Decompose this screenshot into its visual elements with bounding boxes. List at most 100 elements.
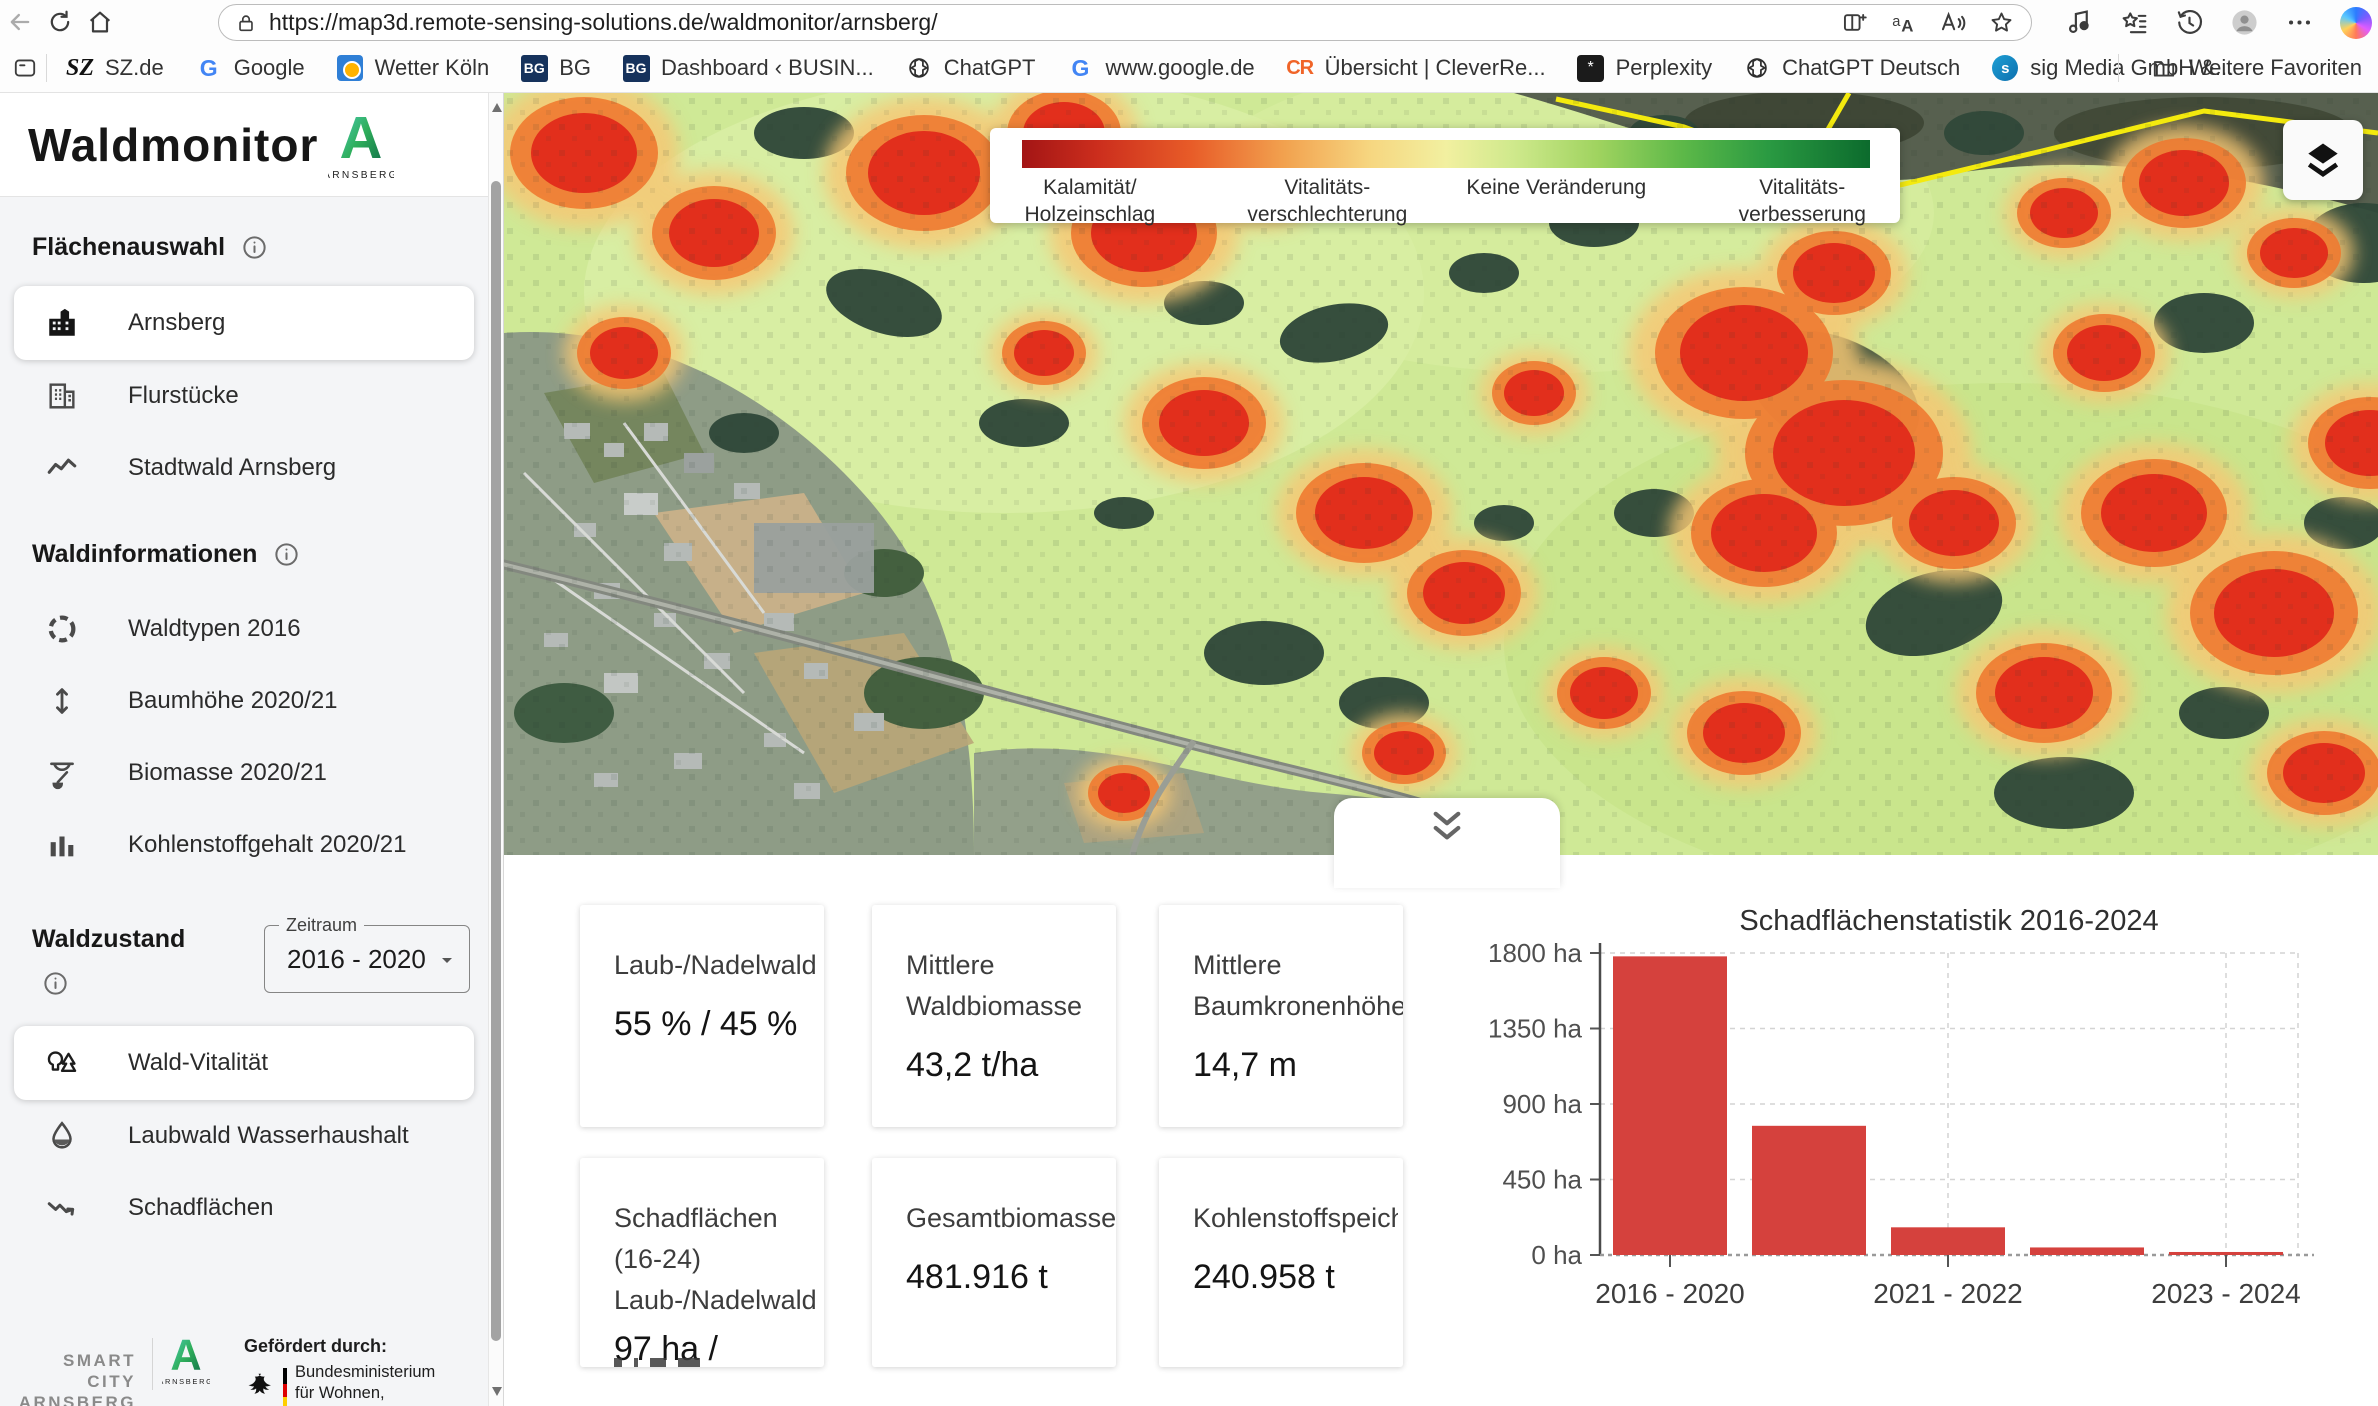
bookmark-label: Perplexity — [1616, 55, 1713, 81]
back-button[interactable] — [0, 4, 40, 40]
translate-icon[interactable]: aA — [1890, 9, 1917, 36]
bg-favicon: BG — [621, 53, 651, 83]
y-tick-label: 0 ha — [1531, 1240, 1582, 1270]
chevron-double-down-icon — [1424, 810, 1470, 844]
section-title-waldinformationen: Waldinformationen — [32, 540, 474, 569]
bookmark-wetter-köln[interactable]: Wetter Köln — [335, 53, 490, 83]
info-icon[interactable] — [241, 234, 268, 261]
y-tick-label: 900 ha — [1502, 1089, 1582, 1119]
sidebar-item-arnsberg[interactable]: Arnsberg — [14, 286, 474, 360]
sidebar-item-schadflächen[interactable]: Schadflächen — [14, 1172, 474, 1244]
copilot-icon[interactable] — [2340, 7, 2372, 39]
zeitraum-value: 2016 - 2020 — [287, 944, 426, 975]
bookmark-dashboard-busin[interactable]: BG Dashboard ‹ BUSIN... — [621, 53, 874, 83]
stat-label: Schadflächen (16-24) Laub-/Nadelwald — [614, 1198, 804, 1321]
panel-collapse-button[interactable] — [1334, 798, 1560, 888]
sidebar-item-waldtypen-2016[interactable]: Waldtypen 2016 — [14, 593, 474, 665]
collections-icon[interactable] — [2120, 8, 2149, 37]
scrollbar-thumb[interactable] — [491, 181, 501, 1341]
folder-icon — [2149, 53, 2179, 83]
sidebar-scrollbar[interactable] — [488, 93, 504, 1406]
scroll-up-arrow[interactable] — [492, 103, 502, 112]
divider — [46, 54, 47, 82]
zeitraum-label: Zeitraum — [279, 915, 364, 936]
more-menu-icon[interactable] — [2285, 8, 2314, 37]
svg-text:ARNSBERG: ARNSBERG — [162, 1377, 210, 1386]
bookmark-google[interactable]: GGoogle — [194, 53, 305, 83]
bookmark-www-google-de[interactable]: Gwww.google.de — [1065, 53, 1254, 83]
sidebar-item-label: Stadtwald Arnsberg — [128, 454, 336, 482]
y-tick-label: 1350 ha — [1488, 1014, 1583, 1044]
sidebar-item-kohlenstoffgehalt-2020-21[interactable]: Kohlenstoffgehalt 2020/21 — [14, 809, 474, 881]
bookmark-label: BG — [559, 55, 591, 81]
url-text: https://map3d.remote-sensing-solutions.d… — [269, 9, 938, 36]
smart-city-logo: SMART CITY ARNSBERG — [16, 1350, 136, 1406]
sidebar-footer: SMART CITY ARNSBERG A ARNSBERG Gefördert… — [0, 1310, 488, 1406]
bookmark-label: ChatGPT — [944, 55, 1036, 81]
zeitraum-select[interactable]: Zeitraum2016 - 2020 — [264, 925, 470, 993]
sidebar-item-biomasse-2020-21[interactable]: Biomasse 2020/21 — [14, 737, 474, 809]
sidebar-item-wald-vitalität[interactable]: Wald-Vitalität — [14, 1026, 474, 1100]
stat-label: Gesamtbiomasse — [906, 1198, 1096, 1239]
back-icon — [6, 8, 34, 36]
sz-favicon: SZ — [65, 53, 95, 83]
sidebar-item-label: Flurstücke — [128, 382, 239, 410]
address-bar[interactable]: https://map3d.remote-sensing-solutions.d… — [218, 4, 2032, 41]
browser-toolbar: https://map3d.remote-sensing-solutions.d… — [0, 0, 2378, 44]
perplexity-favicon: * — [1576, 53, 1606, 83]
profile-avatar[interactable] — [2230, 8, 2259, 37]
svg-text:ARNSBERG: ARNSBERG — [328, 170, 394, 181]
bookmark-perplexity[interactable]: * Perplexity — [1576, 53, 1713, 83]
wetter-favicon — [335, 53, 365, 83]
bookmark-chatgpt[interactable]: ChatGPT — [904, 53, 1036, 83]
app-logo[interactable]: Waldmonitor A ARNSBERG — [0, 93, 488, 197]
stat-card-mittlere-waldbiomasse: Mittlere Waldbiomasse43,2 t/ha — [872, 905, 1116, 1127]
stat-card-gesamtbiomasse: Gesamtbiomasse 481.916 t — [872, 1158, 1116, 1367]
sidebar-item-flurstücke[interactable]: Flurstücke — [14, 360, 474, 432]
bookmark-sz-de[interactable]: SZSZ.de — [65, 53, 164, 83]
legend-label-kalamität-holzeinschlag: Kalamität/Holzeinschlag — [960, 174, 1220, 228]
federal-eagle-icon — [246, 1370, 276, 1400]
bookmark-label: Dashboard ‹ BUSIN... — [661, 55, 874, 81]
sidebar-item-laubwald-wasserhaushalt[interactable]: Laubwald Wasserhaushalt — [14, 1100, 474, 1172]
svg-text:A: A — [1901, 17, 1913, 36]
more-favorites-button[interactable]: Weitere Favoriten — [2149, 53, 2362, 83]
scroll-down-arrow[interactable] — [492, 1387, 502, 1396]
bar-2 — [1891, 1227, 2005, 1255]
bookmark-übersicht-cleverre[interactable]: CRÜbersicht | CleverRe... — [1285, 53, 1546, 83]
y-tick-label: 450 ha — [1502, 1165, 1582, 1195]
bar-0 — [1613, 956, 1727, 1255]
x-tick-label: 2016 - 2020 — [1595, 1278, 1744, 1309]
sidebar-item-label: Baumhöhe 2020/21 — [128, 687, 338, 715]
media-controls-icon[interactable] — [2065, 8, 2094, 37]
sidebar-item-baumhöhe-2020-21[interactable]: Baumhöhe 2020/21 — [14, 665, 474, 737]
favorite-star-icon[interactable] — [1988, 9, 2015, 36]
read-aloud-icon[interactable] — [1939, 9, 1966, 36]
bookmark-bg[interactable]: BGBG — [519, 53, 591, 83]
bar-4 — [2169, 1252, 2283, 1255]
cleverreach-favicon: CR — [1285, 53, 1315, 83]
x-tick-label: 2021 - 2022 — [1873, 1278, 2022, 1309]
damage-area-chart: Schadflächenstatistik 2016-20240 ha450 h… — [1460, 890, 2378, 1320]
split-screen-icon[interactable] — [1841, 9, 1868, 36]
home-button[interactable] — [80, 4, 120, 40]
funded-by-label: Gefördert durch: — [244, 1336, 387, 1357]
divider — [2118, 54, 2119, 82]
tab-panel-button[interactable] — [10, 53, 40, 83]
layers-button[interactable] — [2283, 120, 2363, 200]
sidebar-item-stadtwald-arnsberg[interactable]: Stadtwald Arnsberg — [14, 432, 474, 504]
droplet-icon — [44, 1118, 80, 1154]
legend-gradient-bar — [1022, 140, 1870, 168]
bookmark-chatgpt-deutsch[interactable]: ChatGPT Deutsch — [1742, 53, 1960, 83]
german-flag-bar — [283, 1368, 287, 1406]
history-icon[interactable] — [2175, 8, 2204, 37]
bookmark-label: Google — [234, 55, 305, 81]
info-icon[interactable] — [42, 970, 69, 997]
section-title-waldzustand: Waldzustand — [32, 925, 185, 954]
map-canvas[interactable]: Kalamität/HolzeinschlagVitalitäts-versch… — [504, 93, 2378, 855]
browser-window: https://map3d.remote-sensing-solutions.d… — [0, 0, 2378, 1406]
bookmark-label: ChatGPT Deutsch — [1782, 55, 1960, 81]
stat-value: 481.916 t — [906, 1255, 1106, 1299]
refresh-button[interactable] — [40, 4, 80, 40]
info-icon[interactable] — [273, 541, 300, 568]
